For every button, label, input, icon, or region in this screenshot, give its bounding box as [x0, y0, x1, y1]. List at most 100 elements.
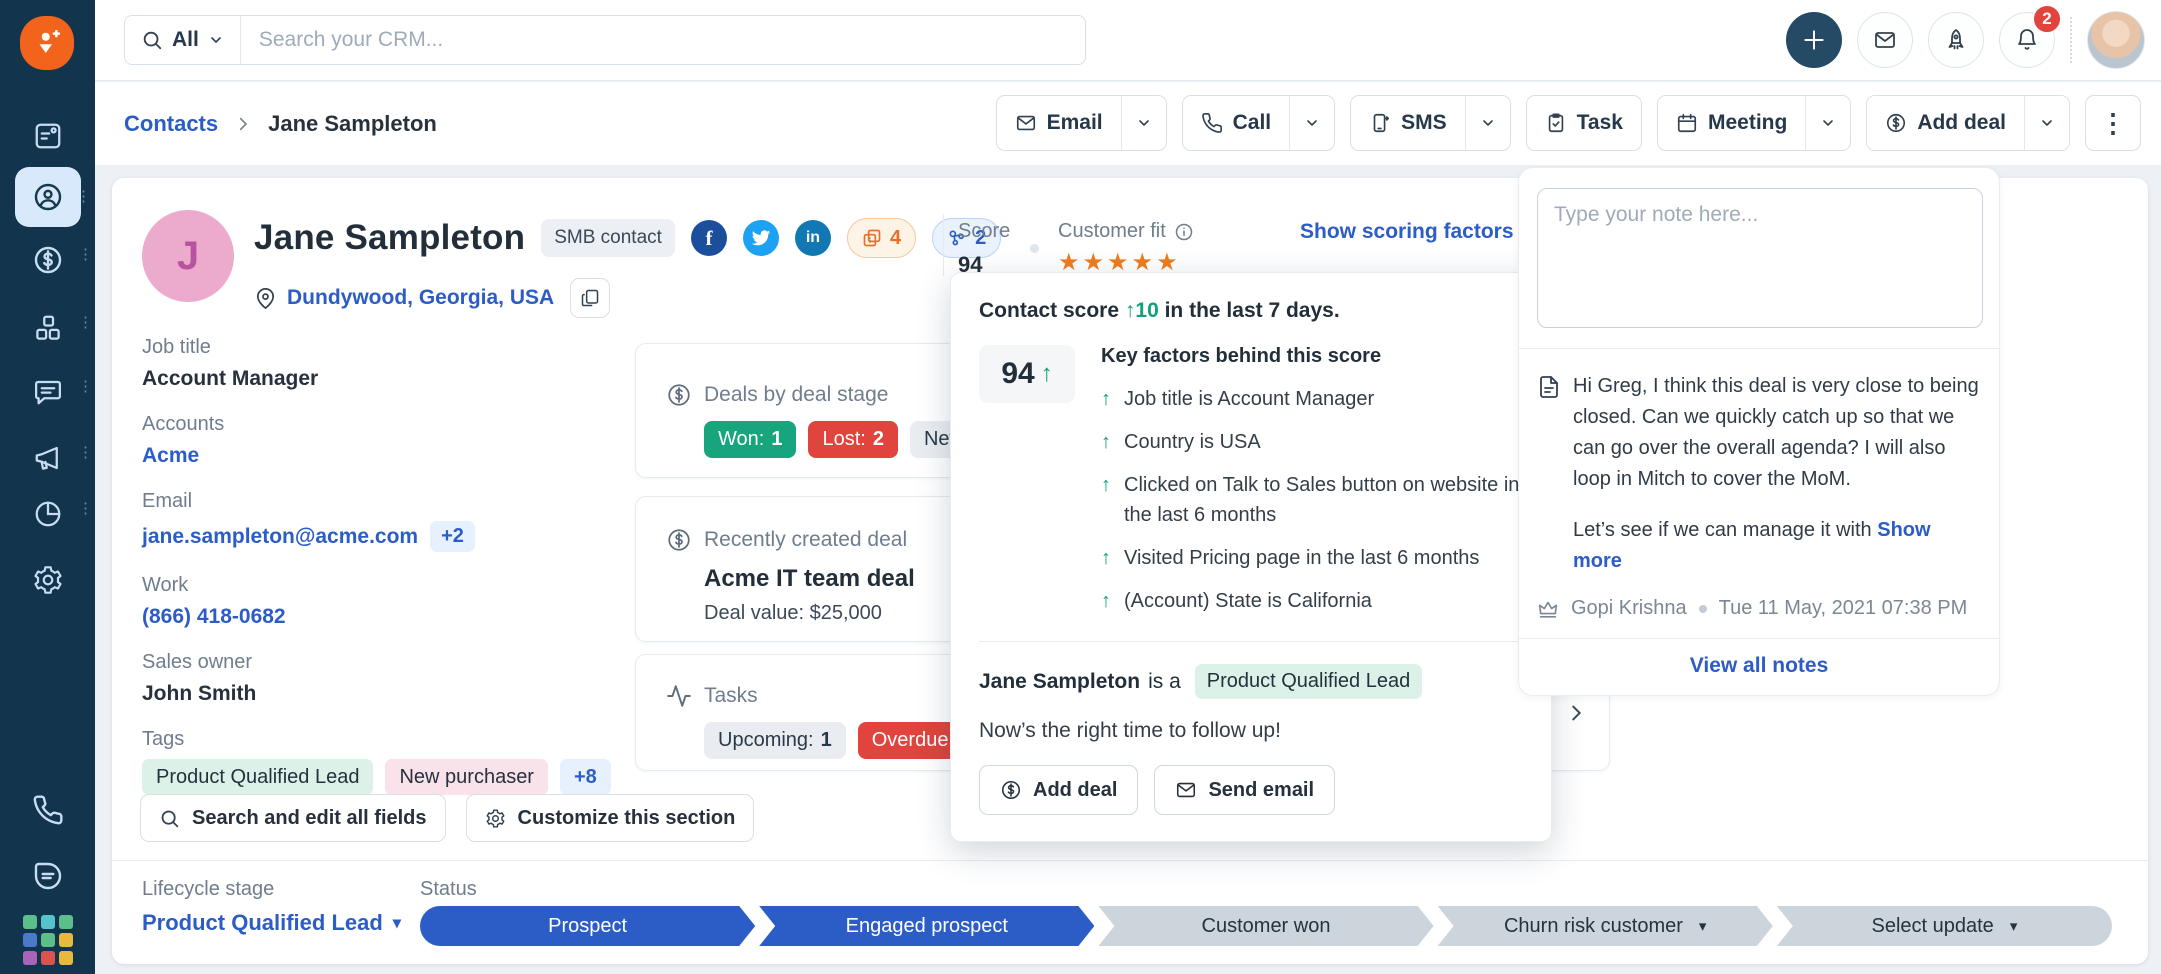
search-scope-dropdown[interactable]: All — [125, 16, 241, 64]
plus-icon — [1801, 27, 1827, 53]
popup-send-email-button[interactable]: Send email — [1154, 765, 1335, 815]
search-edit-fields-button[interactable]: Search and edit all fields — [140, 794, 446, 842]
email-button-group: Email — [996, 95, 1167, 151]
freshworks-logo[interactable] — [20, 16, 74, 70]
sidebar-item-menu-icon[interactable]: ⋮ — [78, 445, 93, 460]
sidebar-item-settings[interactable] — [0, 552, 95, 608]
sidebar-item-contacts[interactable]: ⋮ — [15, 167, 81, 227]
envelope-icon — [1175, 779, 1197, 801]
chevron-down-icon — [1480, 115, 1496, 131]
sms-dropdown-button[interactable] — [1465, 96, 1510, 150]
email-inbox-button[interactable] — [1857, 12, 1913, 68]
work-phone-link[interactable]: (866) 418-0682 — [142, 605, 702, 629]
sidebar-item-menu-icon[interactable]: ⋮ — [78, 315, 93, 330]
envelope-icon — [1015, 112, 1037, 134]
stage-engaged-prospect[interactable]: Engaged prospect — [759, 906, 1094, 946]
card-expand-chevron[interactable] — [1565, 702, 1587, 724]
up-arrow-icon: ↑ — [1125, 299, 1136, 322]
search-icon — [159, 808, 180, 829]
sidebar-item-freshchat[interactable] — [0, 848, 95, 904]
sidebar-item-conversations[interactable]: ⋮ — [0, 364, 95, 420]
status-stage-bar: Prospect Engaged prospect Customer won C… — [420, 906, 2112, 946]
user-avatar[interactable] — [2087, 11, 2145, 69]
popup-add-deal-button[interactable]: Add deal — [979, 765, 1138, 815]
dollar-circle-icon — [666, 527, 692, 553]
linkedin-icon[interactable]: in — [795, 220, 831, 256]
sidebar-item-menu-icon[interactable]: ⋮ — [78, 247, 93, 262]
notifications-button[interactable]: 2 — [1999, 12, 2055, 68]
add-deal-dropdown-button[interactable] — [2024, 96, 2069, 150]
sidebar-item-products[interactable]: ⋮ — [0, 300, 95, 356]
chevron-right-icon — [1565, 702, 1587, 724]
sidebar-item-menu-icon[interactable]: ⋮ — [78, 501, 93, 516]
dollar-circle-icon — [666, 382, 692, 408]
stage-select-update[interactable]: Select update▾ — [1777, 906, 2112, 946]
chevron-down-icon — [1820, 115, 1836, 131]
stage-churn-risk[interactable]: Churn risk customer▾ — [1438, 906, 1773, 946]
chat-bubble-icon — [32, 860, 64, 892]
call-dropdown-button[interactable] — [1289, 96, 1334, 150]
map-pin-icon — [254, 287, 277, 310]
score-factors-popup: Contact score ↑10 in the last 7 days. 94… — [950, 272, 1552, 842]
dot-separator — [1699, 605, 1707, 613]
email-link[interactable]: jane.sampleton@acme.com — [142, 525, 418, 549]
search-icon — [141, 29, 163, 51]
more-emails-chip[interactable]: +2 — [430, 521, 475, 552]
activity-icon — [666, 683, 692, 709]
facebook-icon[interactable]: f — [691, 220, 727, 256]
divider — [943, 214, 944, 276]
sidebar-item-menu-icon[interactable]: ⋮ — [78, 379, 93, 394]
tag-chip[interactable]: Product Qualified Lead — [142, 759, 373, 795]
whats-new-button[interactable] — [1928, 12, 1984, 68]
customize-section-button[interactable]: Customize this section — [466, 794, 755, 842]
quick-add-button[interactable] — [1786, 12, 1842, 68]
sidebar-item-app-switcher[interactable] — [0, 912, 95, 968]
divider — [112, 860, 2148, 861]
note-text: Hi Greg, I think this deal is very close… — [1573, 371, 1981, 577]
stage-customer-won[interactable]: Customer won — [1098, 906, 1433, 946]
search-input[interactable] — [241, 28, 1085, 52]
customer-fit-block: Customer fit ★★★★★ — [1058, 220, 1194, 277]
more-actions-button[interactable]: ⋮ — [2085, 95, 2141, 151]
notification-badge: 2 — [2032, 4, 2062, 34]
task-button[interactable]: Task — [1527, 96, 1641, 150]
sidebar-item-dashboard[interactable] — [0, 108, 95, 164]
contact-location[interactable]: Dundywood, Georgia, USA — [287, 286, 554, 310]
up-arrow-icon: ↑ — [1101, 543, 1111, 573]
sidebar-item-analytics[interactable]: ⋮ — [0, 486, 95, 542]
duplicates-badge[interactable]: 4 — [847, 218, 916, 258]
up-arrow-icon: ↑ — [1101, 384, 1111, 414]
factors-title: Key factors behind this score — [1101, 345, 1523, 368]
sms-button[interactable]: SMS — [1351, 96, 1465, 150]
sidebar-item-menu-icon[interactable]: ⋮ — [76, 189, 91, 204]
field-tags: Tags Product Qualified Lead New purchase… — [142, 728, 702, 795]
note-input[interactable] — [1537, 188, 1983, 328]
sidebar-item-marketing[interactable]: ⋮ — [0, 430, 95, 486]
twitter-icon[interactable] — [743, 220, 779, 256]
field-email: Email jane.sampleton@acme.com +2 — [142, 490, 702, 552]
tag-chip[interactable]: New purchaser — [385, 759, 548, 795]
email-dropdown-button[interactable] — [1121, 96, 1166, 150]
stage-prospect[interactable]: Prospect — [420, 906, 755, 946]
email-button[interactable]: Email — [997, 96, 1121, 150]
field-job-title: Job title Account Manager — [142, 336, 702, 391]
view-all-notes-link[interactable]: View all notes — [1519, 639, 1999, 695]
contact-fields: Job title Account Manager Accounts Acme … — [142, 336, 702, 817]
account-link[interactable]: Acme — [142, 444, 702, 468]
popup-title: Contact score ↑10 in the last 7 days. — [979, 299, 1523, 323]
envelope-icon — [1873, 28, 1897, 52]
meeting-button[interactable]: Meeting — [1658, 96, 1805, 150]
call-button[interactable]: Call — [1183, 96, 1290, 150]
add-deal-button[interactable]: Add deal — [1867, 96, 2024, 150]
sidebar-item-phone[interactable] — [0, 782, 95, 838]
lifecycle-stage-dropdown[interactable]: Product Qualified Lead ▾ — [142, 910, 401, 936]
more-tags-chip[interactable]: +8 — [560, 759, 611, 795]
info-icon[interactable] — [1174, 222, 1194, 242]
meeting-dropdown-button[interactable] — [1805, 96, 1850, 150]
chevron-down-icon: ▾ — [393, 913, 401, 933]
sidebar-item-deals[interactable]: ⋮ — [0, 232, 95, 288]
show-scoring-factors-link[interactable]: Show scoring factors — [1300, 220, 1545, 244]
breadcrumb-contacts-link[interactable]: Contacts — [124, 111, 218, 137]
note-timestamp: Tue 11 May, 2021 07:38 PM — [1719, 597, 1968, 620]
copy-location-button[interactable] — [570, 278, 610, 318]
